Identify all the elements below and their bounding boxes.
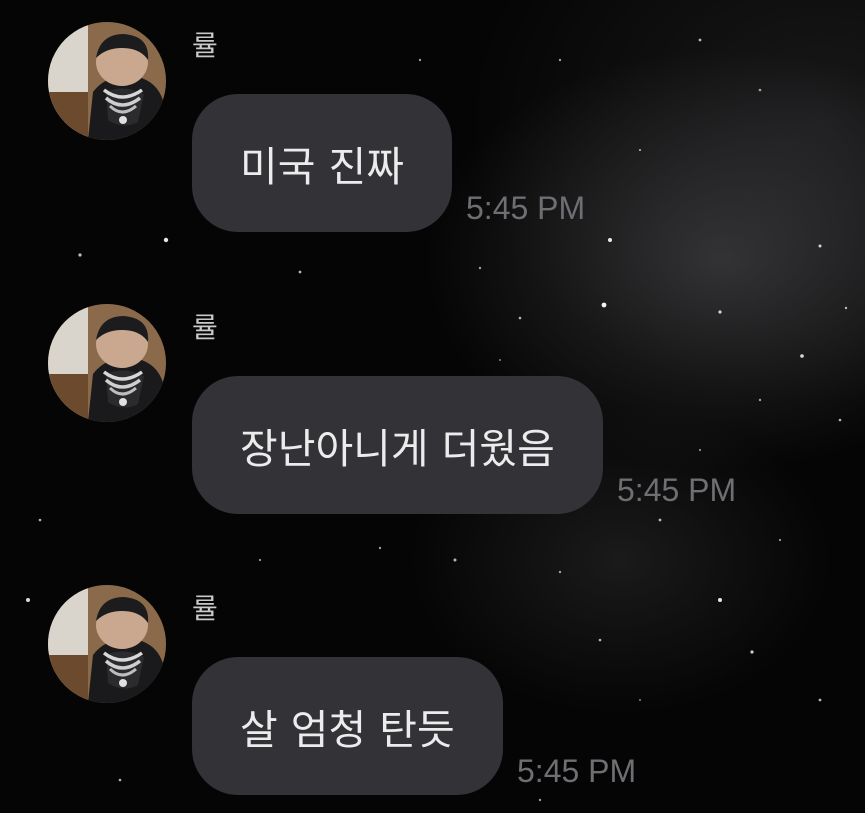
sender-name: 률 (192, 311, 218, 344)
message-row: 률 살 엄청 탄듯 5:45 PM (0, 563, 865, 803)
message-text: 미국 진짜 (240, 143, 404, 191)
message-timestamp: 5:45 PM (617, 472, 737, 508)
avatar[interactable] (48, 585, 166, 703)
message-bubble[interactable]: 살 엄청 탄듯 (192, 657, 503, 795)
avatar[interactable] (48, 304, 166, 422)
message-timestamp: 5:45 PM (517, 753, 637, 789)
message-timestamp: 5:45 PM (466, 190, 586, 226)
profile-photo-icon (48, 304, 166, 422)
avatar[interactable] (48, 22, 166, 140)
message-text: 장난아니게 더웠음 (240, 425, 555, 473)
message-row: 률 미국 진짜 5:45 PM (0, 0, 865, 240)
message-text: 살 엄청 탄듯 (240, 706, 455, 754)
profile-photo-icon (48, 22, 166, 140)
message-bubble[interactable]: 미국 진짜 (192, 94, 452, 232)
sender-name: 률 (192, 592, 218, 625)
message-row: 률 장난아니게 더웠음 5:45 PM (0, 282, 865, 522)
message-bubble[interactable]: 장난아니게 더웠음 (192, 376, 603, 514)
profile-photo-icon (48, 585, 166, 703)
sender-name: 률 (192, 29, 218, 62)
